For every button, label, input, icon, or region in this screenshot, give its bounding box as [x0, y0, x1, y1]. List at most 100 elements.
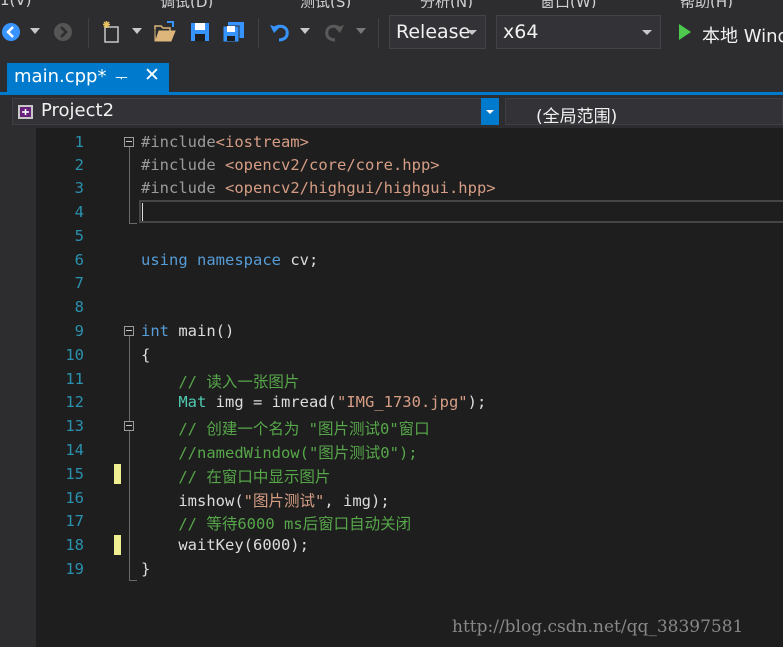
save-all-button[interactable]: [221, 20, 247, 44]
chevron-down-icon: [300, 28, 310, 34]
tab-main-cpp[interactable]: main.cpp* ᅮ ✕: [7, 63, 169, 92]
line-number: 6: [74, 251, 84, 269]
project-name: Project2: [41, 100, 115, 121]
line-number: 9: [74, 322, 84, 340]
unsaved-change-marker: [114, 464, 121, 484]
new-project-button[interactable]: [100, 20, 124, 44]
toolbar-separator: [88, 18, 89, 48]
code-editor[interactable]: 1 2 3 4 5 6 7 8 9 10 11 12 13 14 15 16 1…: [0, 128, 783, 647]
chevron-down-icon: [642, 30, 652, 35]
toolbar: Release x64 本地 Windo: [0, 8, 783, 58]
line-number: 18: [65, 536, 84, 554]
toolbar-separator: [378, 18, 379, 48]
menu-item-window[interactable]: 窗口(W): [540, 0, 597, 8]
document-tab-bar: main.cpp* ᅮ ✕: [0, 58, 783, 92]
chevron-down-icon: [486, 110, 494, 114]
watermark-url: http://blog.csdn.net/qq_38397581: [452, 617, 744, 637]
code-comment: // 创建一个名为 "图片测试0"窗口: [141, 420, 430, 438]
code-comment: // 读入一张图片: [141, 373, 300, 391]
line-number: 1: [74, 133, 84, 151]
line-number: 5: [74, 227, 84, 245]
platform-select[interactable]: x64: [496, 15, 661, 49]
line-number: 17: [65, 512, 84, 530]
outline-guide: [129, 336, 130, 580]
close-icon[interactable]: ✕: [144, 64, 160, 86]
undo-icon: [270, 24, 289, 42]
line-number: 11: [65, 370, 84, 388]
code-line: imshow("图片测试", img);: [141, 492, 390, 510]
collapse-region-icon[interactable]: [124, 421, 134, 431]
tab-title: main.cpp*: [14, 66, 107, 87]
line-number: 13: [65, 417, 84, 435]
configuration-value: Release: [396, 21, 471, 43]
project-select[interactable]: Project2: [12, 98, 499, 125]
new-item-dropdown[interactable]: [132, 26, 142, 36]
current-line-highlight: [139, 200, 783, 223]
code-comment: // 在窗口中显示图片: [141, 468, 331, 486]
menu-item-analyze[interactable]: 分析(N): [420, 0, 473, 8]
code-line: #include<iostream>: [141, 133, 309, 151]
redo-dropdown[interactable]: [356, 26, 366, 36]
code-line: #include <opencv2/highgui/highgui.hpp>: [141, 179, 496, 197]
back-button[interactable]: [0, 21, 22, 43]
forward-arrow-icon: [54, 23, 72, 41]
text-caret: [142, 203, 143, 221]
code-line: #include <opencv2/core/core.hpp>: [141, 156, 440, 174]
redo-button[interactable]: [322, 20, 346, 44]
outline-guide: [129, 580, 137, 581]
line-number: 19: [65, 560, 84, 578]
line-number: 16: [65, 489, 84, 507]
scope-value: (全局范围): [536, 107, 618, 127]
play-icon: [679, 24, 691, 40]
menu-item-help[interactable]: 帮助(H): [680, 0, 733, 8]
menu-item-debug[interactable]: 调试(D): [160, 0, 213, 8]
menu-bar: 1(V) 调试(D) 测试(S) 分析(N) 窗口(W) 帮助(H): [0, 0, 783, 8]
back-dropdown[interactable]: [30, 26, 40, 36]
menu-item-test[interactable]: 测试(S): [300, 0, 351, 8]
code-line: {: [141, 346, 151, 364]
chevron-down-icon: [30, 28, 40, 34]
code-line: waitKey(6000);: [141, 536, 309, 554]
toolbar-separator: [258, 18, 259, 48]
outline-guide: [129, 223, 137, 224]
line-number: 3: [74, 179, 84, 197]
undo-dropdown[interactable]: [300, 26, 310, 36]
collapse-region-icon[interactable]: [124, 137, 134, 147]
open-folder-icon: [154, 21, 176, 42]
save-all-icon: [222, 22, 244, 43]
navigation-bar: Project2 (全局范围): [0, 95, 783, 128]
line-number: 2: [74, 156, 84, 174]
save-icon: [191, 23, 209, 41]
save-button[interactable]: [188, 20, 212, 44]
code-line: Mat img = imread("IMG_1730.jpg");: [178, 393, 487, 411]
line-number: 15: [65, 465, 84, 483]
pin-icon[interactable]: ᅮ: [115, 68, 128, 88]
code-line: }: [141, 560, 151, 578]
editor-glyph-margin: [0, 128, 36, 647]
run-target-label[interactable]: 本地 Windo: [702, 22, 783, 48]
start-debug-button[interactable]: [676, 22, 694, 42]
new-file-icon: [103, 21, 119, 43]
open-file-button[interactable]: [153, 20, 177, 44]
chevron-down-icon: [132, 28, 142, 34]
project-dropdown-button[interactable]: [481, 98, 499, 125]
outline-guide: [129, 147, 130, 223]
forward-button[interactable]: [52, 21, 74, 43]
scope-select[interactable]: (全局范围): [505, 98, 783, 127]
cpp-project-icon: [18, 105, 33, 119]
menu-item-view[interactable]: 1(V): [0, 0, 32, 8]
unsaved-change-marker: [114, 535, 121, 555]
code-line: int main(): [141, 322, 235, 340]
line-number: 12: [65, 393, 84, 411]
line-number: 4: [74, 203, 84, 221]
chevron-down-icon: [356, 28, 366, 34]
platform-value: x64: [503, 21, 539, 43]
collapse-region-icon[interactable]: [124, 326, 134, 336]
undo-button[interactable]: [268, 20, 292, 44]
code-comment: //namedWindow("图片测试0");: [141, 444, 418, 462]
code-line: using namespace cv;: [141, 251, 319, 269]
redo-icon: [325, 24, 344, 42]
line-number: 14: [65, 441, 84, 459]
configuration-select[interactable]: Release: [389, 15, 486, 49]
line-number: 7: [74, 274, 84, 292]
